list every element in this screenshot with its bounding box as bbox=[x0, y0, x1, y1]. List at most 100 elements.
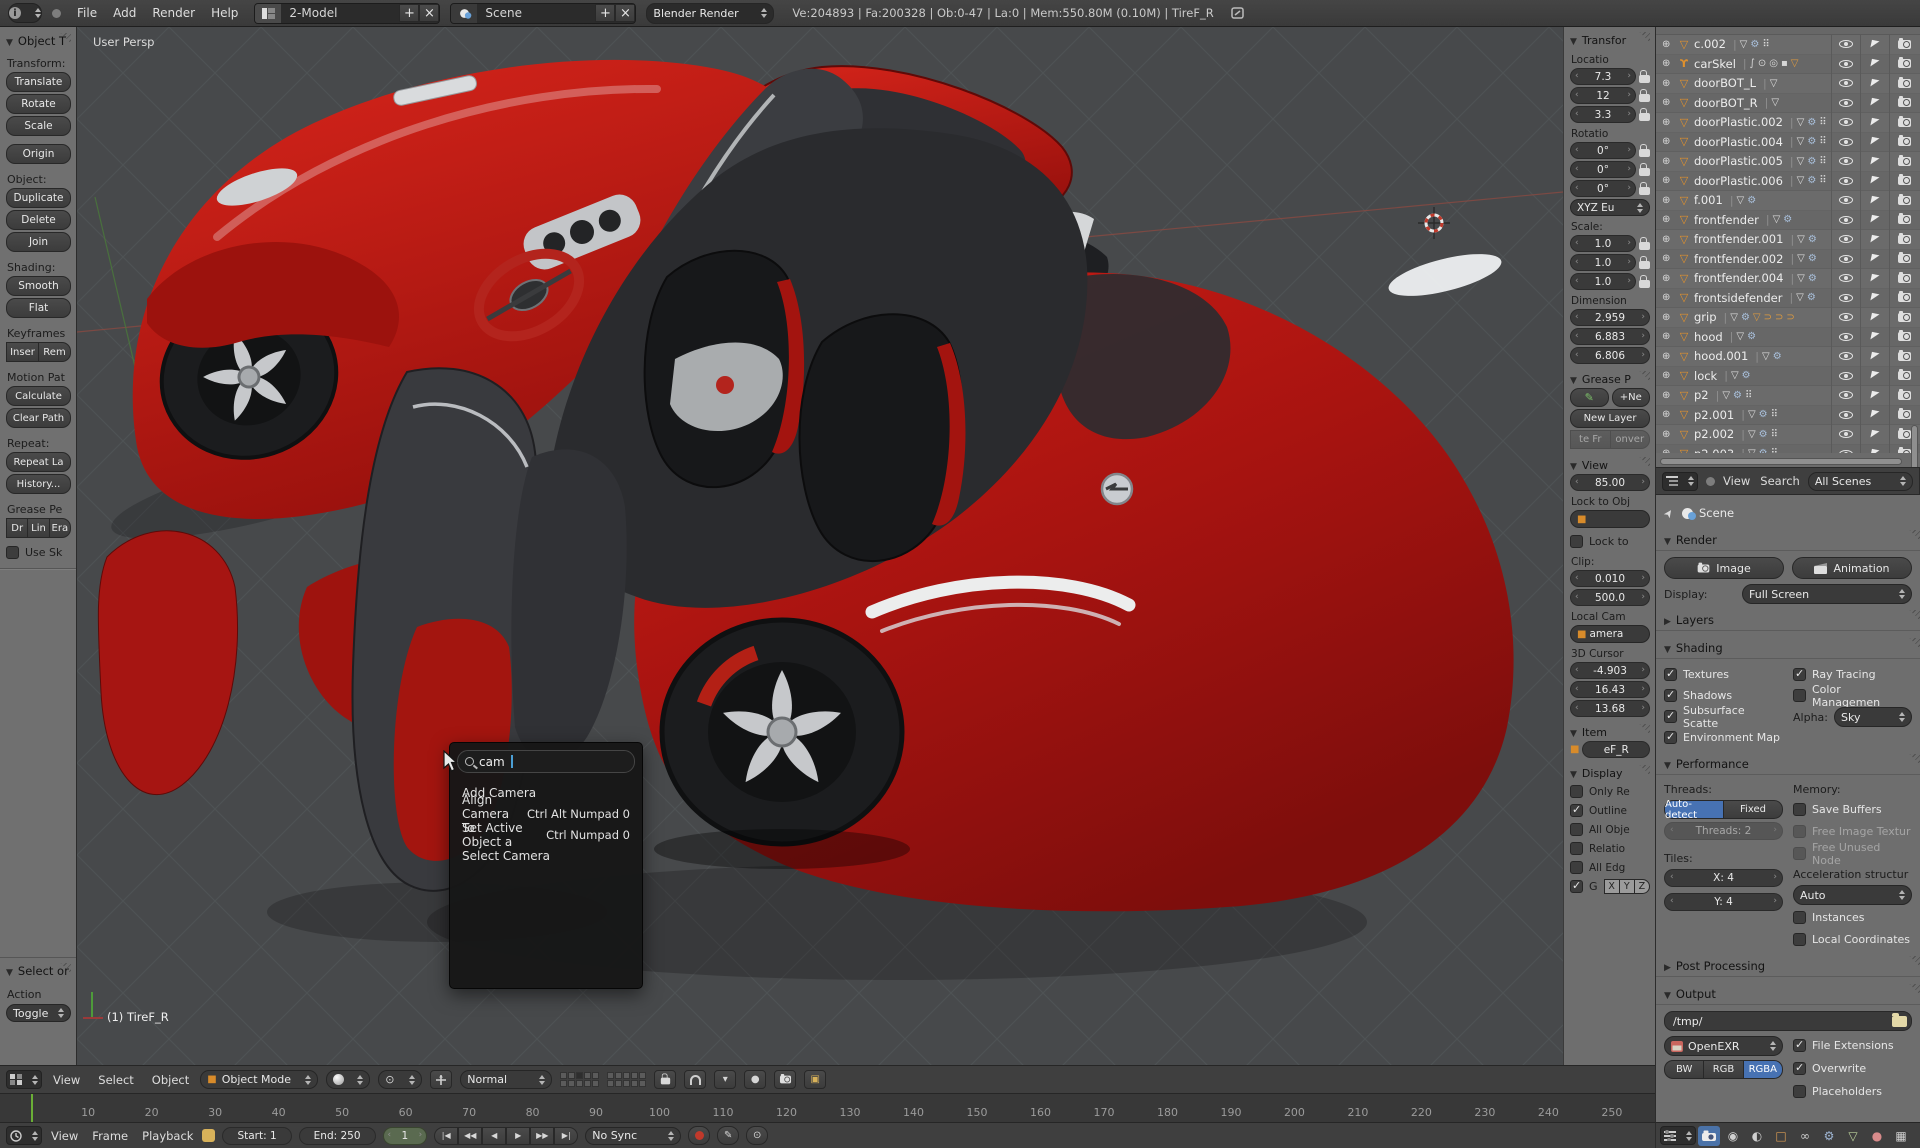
outliner-row[interactable]: ⊕ ▽ frontfender.002 | ▽ ⚙ ◤ bbox=[1656, 249, 1920, 269]
file-extensions-checkbox[interactable] bbox=[1793, 1038, 1806, 1052]
jump-to-end-button[interactable]: ▶| bbox=[554, 1126, 579, 1145]
lens-value-field[interactable]: ‹ 85.00 › bbox=[1570, 474, 1650, 491]
renderability-camera-icon[interactable] bbox=[1897, 388, 1911, 400]
clip-value-field[interactable]: ‹ 500.0 › bbox=[1570, 589, 1650, 606]
visibility-eye-icon[interactable] bbox=[1839, 273, 1853, 283]
object-tool-button[interactable]: Join bbox=[6, 232, 71, 252]
outliner-row[interactable]: ⊕ ▽ p2 | ▽ ⚙ ⠿ ◤ bbox=[1656, 385, 1920, 406]
expand-icon[interactable]: ⊕ bbox=[1662, 351, 1676, 362]
object-name[interactable]: frontfender.001 bbox=[1694, 232, 1783, 246]
tab-object[interactable]: □ bbox=[1770, 1126, 1792, 1146]
visibility-eye-icon[interactable] bbox=[1839, 78, 1853, 88]
cursor-value-field[interactable]: ‹ 16.43 › bbox=[1570, 681, 1650, 698]
render-animation-button[interactable]: Animation bbox=[1792, 557, 1912, 579]
motion-path-button[interactable]: Calculate bbox=[6, 386, 71, 406]
transform-panel-header[interactable]: Transfor bbox=[1570, 31, 1650, 49]
topbar-menu-item[interactable]: Render bbox=[146, 6, 201, 20]
shading-checkbox[interactable] bbox=[1664, 667, 1677, 681]
scale-value-field[interactable]: ‹ 1.0 › bbox=[1570, 273, 1636, 290]
scene-field[interactable]: Scene + × bbox=[450, 2, 637, 24]
scene-name[interactable]: Scene bbox=[477, 6, 595, 20]
transform-tool-button[interactable]: Rotate bbox=[6, 94, 71, 114]
selectability-cursor-icon[interactable]: ◤ bbox=[1870, 233, 1880, 245]
timeline-menu-item[interactable]: Playback bbox=[140, 1129, 195, 1143]
visibility-eye-icon[interactable] bbox=[1839, 254, 1853, 264]
expand-icon[interactable]: ⊕ bbox=[1662, 58, 1676, 69]
editor-type-button[interactable] bbox=[6, 1126, 42, 1145]
selectability-cursor-icon[interactable]: ◤ bbox=[1870, 214, 1880, 226]
end-frame-field[interactable]: End: 250 bbox=[298, 1126, 376, 1145]
placeholders-checkbox[interactable] bbox=[1793, 1085, 1806, 1098]
outliner-row[interactable]: ⊕ ▽ doorBOT_L | ▽ ◤ bbox=[1656, 73, 1920, 94]
lock-icon[interactable] bbox=[1639, 163, 1650, 176]
selectability-cursor-icon[interactable]: ◤ bbox=[1870, 97, 1880, 109]
search-result-item[interactable]: Set Active Object a Ctrl Numpad 0 bbox=[457, 821, 635, 849]
visibility-eye-icon[interactable] bbox=[1839, 390, 1853, 400]
grease-new-button[interactable]: +Ne bbox=[1611, 388, 1650, 407]
expand-icon[interactable]: ⊕ bbox=[1662, 273, 1676, 284]
visibility-eye-icon[interactable] bbox=[1839, 176, 1853, 186]
use-sketch-checkbox[interactable] bbox=[6, 546, 19, 559]
tab-object-data[interactable]: ▽ bbox=[1842, 1126, 1864, 1146]
lock-object-field[interactable]: ■ bbox=[1570, 510, 1650, 528]
visibility-eye-icon[interactable] bbox=[1839, 312, 1853, 322]
item-panel-header[interactable]: Item bbox=[1570, 723, 1650, 741]
location-value-field[interactable]: ‹ 7.3 › bbox=[1570, 68, 1636, 85]
visibility-eye-icon[interactable] bbox=[1839, 234, 1853, 244]
transform-orientation-select[interactable]: Normal bbox=[460, 1070, 553, 1089]
renderability-camera-icon[interactable] bbox=[1897, 76, 1911, 88]
visibility-eye-icon[interactable] bbox=[1839, 156, 1853, 166]
window-icon[interactable] bbox=[1228, 4, 1248, 22]
expand-icon[interactable]: ⊕ bbox=[1662, 117, 1676, 128]
editor-type-button[interactable] bbox=[1660, 1126, 1696, 1145]
expand-icon[interactable]: ⊕ bbox=[1662, 214, 1676, 225]
outliner-row[interactable]: ⊕ ▽ frontsidefender | ▽ ⚙ ◤ bbox=[1656, 288, 1920, 308]
motion-path-button[interactable]: Clear Path bbox=[6, 408, 71, 428]
grease-pencil-button[interactable]: Era bbox=[48, 518, 71, 538]
pin-icon[interactable] bbox=[1664, 507, 1676, 519]
view-panel-header[interactable]: View bbox=[1570, 456, 1650, 474]
outliner-row[interactable]: ⊕ ▽ doorBOT_R | ▽ ◤ bbox=[1656, 93, 1920, 113]
expand-icon[interactable]: ⊕ bbox=[1662, 292, 1676, 303]
tile-y-slider[interactable]: ‹ Y: 4 › bbox=[1664, 893, 1783, 911]
expand-icon[interactable]: ⊕ bbox=[1662, 448, 1676, 453]
visibility-eye-icon[interactable] bbox=[1839, 410, 1853, 420]
threads-auto-button[interactable]: Auto-detect bbox=[1664, 799, 1723, 821]
origin-button[interactable]: Origin bbox=[6, 144, 71, 164]
channel-rgb-button[interactable]: RGB bbox=[1703, 1060, 1743, 1079]
outliner-row[interactable]: ⊕ ▽ doorPlastic.002 | ▽ ⚙ ⠿ ◤ bbox=[1656, 112, 1920, 133]
selectability-cursor-icon[interactable]: ◤ bbox=[1870, 370, 1880, 382]
selectability-cursor-icon[interactable]: ◤ bbox=[1870, 116, 1880, 128]
object-name[interactable]: frontfender.004 bbox=[1694, 271, 1783, 285]
outliner-row[interactable]: ⊕ ▽ hood.001 | ▽ ⚙ ◤ bbox=[1656, 346, 1920, 367]
layers-grid-b[interactable] bbox=[607, 1072, 647, 1087]
local-coordinates-checkbox[interactable] bbox=[1793, 933, 1806, 946]
next-keyframe-button[interactable]: ▶▶ bbox=[530, 1126, 555, 1145]
display-panel-header[interactable]: Display bbox=[1570, 764, 1650, 782]
renderability-camera-icon[interactable] bbox=[1897, 37, 1911, 49]
selectability-cursor-icon[interactable]: ◤ bbox=[1870, 194, 1880, 206]
object-tool-button[interactable]: Delete bbox=[6, 210, 71, 230]
tab-material[interactable]: ● bbox=[1866, 1126, 1888, 1146]
expand-icon[interactable]: ⊕ bbox=[1662, 195, 1676, 206]
new-layer-button[interactable]: New Layer bbox=[1570, 409, 1650, 428]
view3d-menu-item[interactable]: Select bbox=[95, 1073, 136, 1087]
axis-toggle-button[interactable]: Y bbox=[1618, 879, 1634, 894]
editor-type-button[interactable] bbox=[6, 1070, 42, 1089]
object-tools-panel-header[interactable]: Object T bbox=[6, 32, 71, 50]
outliner-row[interactable]: ⊕ ▽ frontfender.004 | ▽ ⚙ ◤ bbox=[1656, 268, 1920, 289]
outliner-menu-item[interactable]: View bbox=[1723, 474, 1750, 488]
location-value-field[interactable]: ‹ 3.3 › bbox=[1570, 106, 1636, 123]
close-scene-button[interactable]: × bbox=[615, 4, 636, 22]
location-value-field[interactable]: ‹ 12 › bbox=[1570, 87, 1636, 104]
transform-tool-button[interactable]: Scale bbox=[6, 116, 71, 136]
editor-type-button[interactable] bbox=[1662, 471, 1698, 491]
manipulator-toggle-button[interactable] bbox=[430, 1070, 453, 1089]
outliner-row[interactable]: ⊕ ▽ doorPlastic.006 | ▽ ⚙ ⠿ ◤ bbox=[1656, 171, 1920, 191]
renderability-camera-icon[interactable] bbox=[1897, 96, 1911, 108]
viewport-3d[interactable]: User Persp (1) TireF_R cam Add Camera Al… bbox=[77, 27, 1563, 1065]
object-name[interactable]: doorPlastic.005 bbox=[1694, 154, 1783, 168]
operator-search-input[interactable]: cam bbox=[457, 750, 635, 773]
object-name[interactable]: hood.001 bbox=[1694, 349, 1748, 363]
outliner-vertical-scrollbar[interactable] bbox=[1911, 425, 1918, 467]
